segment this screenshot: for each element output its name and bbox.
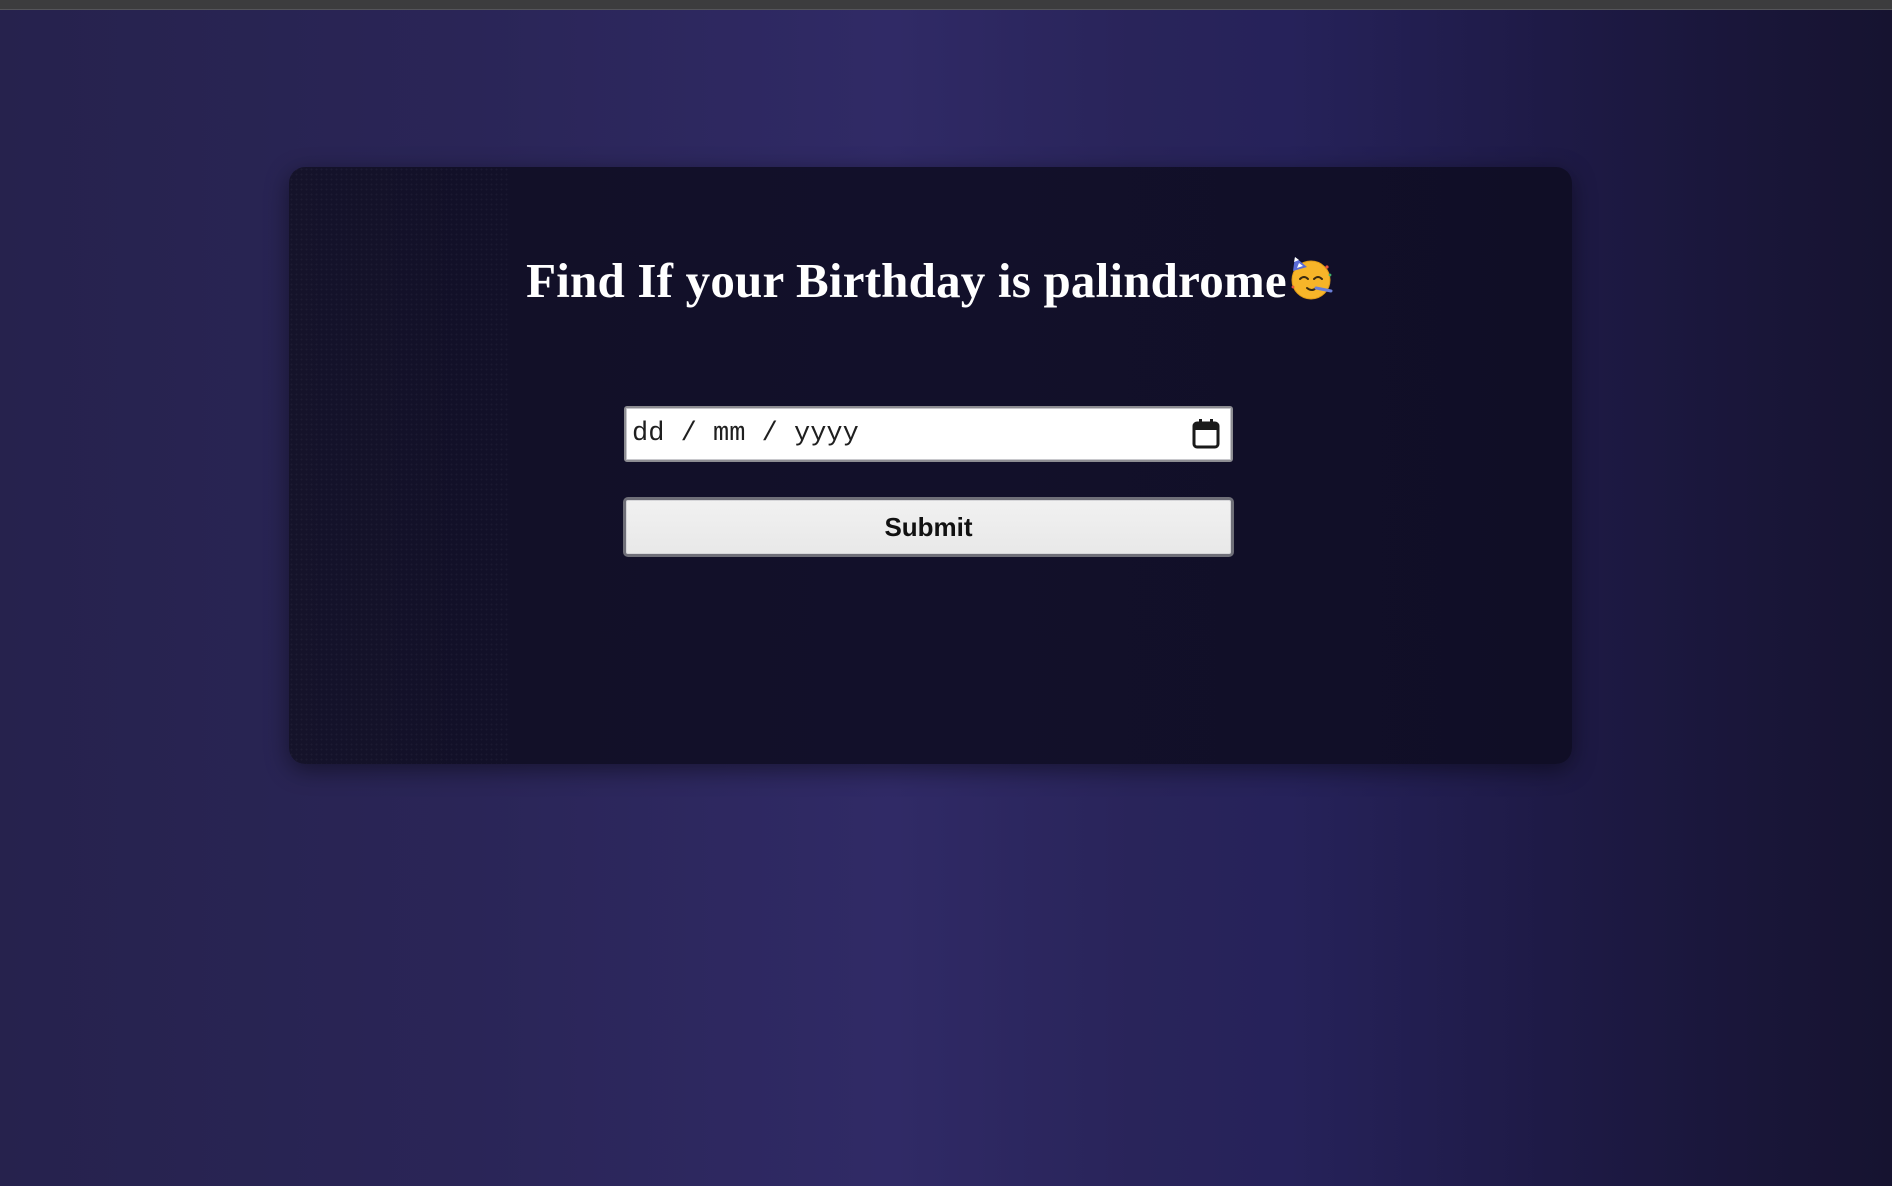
page-title: Find If your Birthday is palindrome xyxy=(289,251,1572,311)
main-card: Find If your Birthday is palindrome dd /… xyxy=(289,167,1572,764)
birthday-date-field[interactable] xyxy=(624,406,1233,462)
birthday-date-input[interactable] xyxy=(632,408,1172,460)
partying-face-icon xyxy=(1287,253,1335,301)
page-title-text: Find If your Birthday is palindrome xyxy=(526,253,1287,308)
calendar-icon[interactable] xyxy=(1191,418,1221,450)
browser-top-strip xyxy=(0,0,1892,10)
submit-button[interactable]: Submit xyxy=(623,497,1234,557)
